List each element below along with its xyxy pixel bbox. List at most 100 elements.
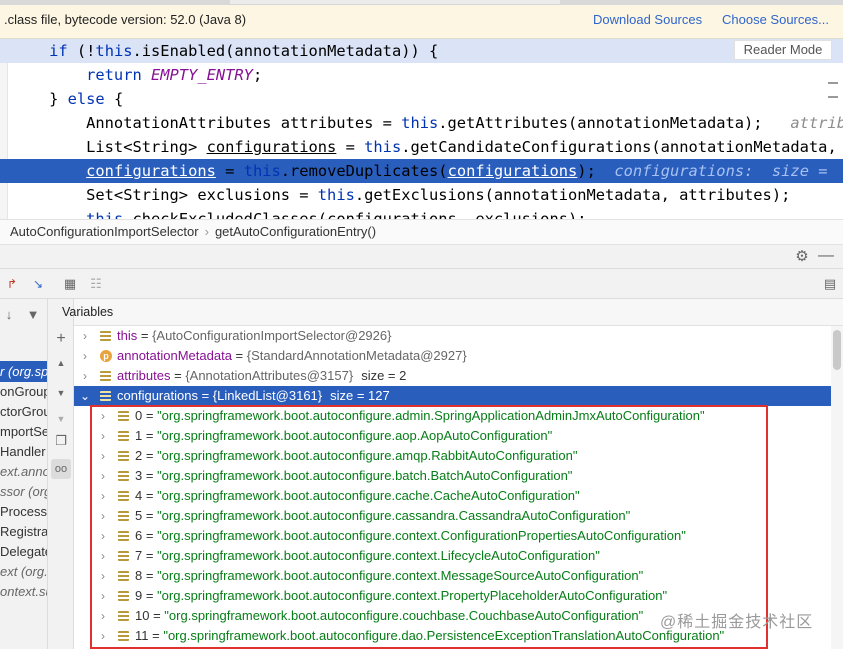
code-line[interactable]: } else { [0, 87, 843, 111]
list-element-row[interactable]: › 0 = "org.springframework.boot.autoconfi… [74, 406, 831, 426]
variable-value: "org.springframework.boot.autoconfigure.… [157, 588, 668, 603]
frame-item[interactable]: Registrat [0, 521, 47, 542]
chevron-right-icon[interactable]: › [80, 366, 90, 386]
down-icon[interactable]: ▼ [53, 385, 69, 401]
list-element-row[interactable]: › 1 = "org.springframework.boot.autoconfi… [74, 426, 831, 446]
field-icon [118, 491, 129, 501]
chevron-right-icon[interactable]: › [80, 326, 90, 346]
frame-item[interactable]: ext (org.s [0, 561, 47, 582]
gear-icon[interactable]: ⚙ [794, 249, 810, 265]
code-line[interactable]: return EMPTY_ENTRY; [0, 63, 843, 87]
scroll-marker-icon [828, 88, 838, 98]
add-icon[interactable]: + [53, 331, 69, 347]
chevron-right-icon[interactable]: › [98, 546, 108, 566]
parameter-icon: p [100, 350, 112, 362]
minimize-icon[interactable]: — [818, 248, 834, 264]
equals-sign: = [149, 608, 165, 623]
equals-sign: = [142, 428, 158, 443]
up-icon[interactable]: ▲ [53, 355, 69, 371]
chevron-right-icon[interactable]: › [98, 626, 108, 646]
code-line[interactable]: AnnotationAttributes attributes = this.g… [0, 111, 843, 135]
chevron-right-icon[interactable]: › [98, 586, 108, 606]
list-element-row[interactable]: › 7 = "org.springframework.boot.autoconfi… [74, 546, 831, 566]
download-sources-link[interactable]: Download Sources [593, 12, 702, 27]
chevron-right-icon[interactable]: › [98, 566, 108, 586]
reader-mode-button[interactable]: Reader Mode [734, 40, 832, 60]
code-line[interactable]: this.checkExcludedClasses(configurations… [0, 207, 843, 219]
chevron-right-icon[interactable]: › [98, 406, 108, 426]
list-element-row[interactable]: › 3 = "org.springframework.boot.autoconfi… [74, 466, 831, 486]
chevron-right-icon[interactable]: › [80, 346, 90, 366]
frame-item[interactable]: Processo [0, 501, 47, 522]
list-element-row[interactable]: › 5 = "org.springframework.boot.autoconfi… [74, 506, 831, 526]
variable-name: configurations [117, 388, 198, 403]
copy-icon[interactable]: ❐ [53, 433, 69, 449]
frame-item[interactable]: ctorGroup [0, 401, 47, 422]
variable-value: "org.springframework.boot.autoconfigure.… [163, 628, 725, 643]
breadcrumb-class[interactable]: AutoConfigurationImportSelector [10, 224, 199, 239]
variable-text: 9 = "org.springframework.boot.autoconfig… [135, 586, 667, 606]
code-token: this [364, 138, 402, 156]
frame-item[interactable]: ssor (org [0, 481, 47, 502]
table-icon[interactable]: ▦ [62, 276, 78, 292]
variable-row[interactable]: › attributes = {AnnotationAttributes@3157… [74, 366, 831, 386]
field-icon [118, 631, 129, 641]
code-line[interactable]: Set<String> exclusions = this.getExclusi… [0, 183, 843, 207]
variable-text: 8 = "org.springframework.boot.autoconfig… [135, 566, 643, 586]
list-element-row[interactable]: › 2 = "org.springframework.boot.autoconfi… [74, 446, 831, 466]
list-element-row[interactable]: › 8 = "org.springframework.boot.autoconfi… [74, 566, 831, 586]
code-line[interactable]: List<String> configurations = this.getCa… [0, 135, 843, 159]
force-step-icon[interactable]: ↱ [4, 276, 20, 292]
variable-row[interactable]: › p annotationMetadata = {StandardAnnotati… [74, 346, 831, 366]
debug-panel-header: ⚙ — [0, 245, 843, 269]
code-token: configurations: size = [614, 162, 837, 180]
list-element-row[interactable]: › 6 = "org.springframework.boot.autoconfi… [74, 526, 831, 546]
variable-text: 6 = "org.springframework.boot.autoconfig… [135, 526, 686, 546]
chevron-right-icon[interactable]: › [98, 506, 108, 526]
variable-value: "org.springframework.boot.autoconfigure.… [157, 428, 553, 443]
variable-row[interactable]: › this = {AutoConfigurationImportSelector… [74, 326, 831, 346]
equals-sign: = [170, 368, 186, 383]
variables-scrollbar[interactable] [831, 326, 843, 649]
breadcrumb-method[interactable]: getAutoConfigurationEntry() [215, 224, 376, 239]
variable-row[interactable]: ⌄ configurations = {LinkedList@3161} size … [74, 386, 831, 406]
list-element-row[interactable]: › 9 = "org.springframework.boot.autoconfi… [74, 586, 831, 606]
code-token: this [317, 186, 355, 204]
choose-sources-link[interactable]: Choose Sources... [722, 12, 829, 27]
chevron-right-icon[interactable]: › [98, 486, 108, 506]
down-arrow-icon[interactable]: ↓ [2, 307, 16, 323]
frame-item[interactable]: ontext.su [0, 581, 47, 602]
frame-item[interactable]: r (org.sp [0, 361, 47, 382]
code-editor[interactable]: if (!this.isEnabled(annotationMetadata))… [0, 39, 843, 219]
variables-scroll-thumb[interactable] [833, 330, 841, 370]
equals-sign: = [231, 348, 247, 363]
variable-name: attributes [117, 368, 171, 383]
frame-item[interactable]: Delegate [0, 541, 47, 562]
frame-item[interactable]: Handler [0, 441, 47, 462]
code-token: .isEnabled(annotationMetadata)) { [132, 42, 439, 60]
filter-icon[interactable]: ▼ [26, 307, 40, 323]
variables-toolbar: + ▲ ▼ ▼ ❐ oo [48, 299, 74, 649]
variable-text: this = {AutoConfigurationImportSelector@… [117, 326, 391, 346]
chevron-right-icon[interactable]: › [98, 466, 108, 486]
code-line[interactable]: if (!this.isEnabled(annotationMetadata))… [0, 39, 843, 63]
field-icon [118, 611, 129, 621]
settings-icon[interactable]: ▤ [822, 276, 838, 292]
chevron-down-icon[interactable]: ⌄ [80, 386, 90, 406]
chevron-right-icon[interactable]: › [98, 426, 108, 446]
editor-tab[interactable] [560, 0, 843, 5]
variables-tree[interactable]: › this = {AutoConfigurationImportSelector… [74, 326, 831, 649]
editor-tab[interactable] [0, 0, 230, 5]
down-icon[interactable]: ▼ [53, 411, 69, 427]
code-line[interactable]: configurations = this.removeDuplicates(c… [0, 159, 843, 183]
run-to-cursor-icon[interactable]: ↘ [30, 276, 46, 292]
glasses-icon[interactable]: oo [51, 459, 71, 479]
layout-icon[interactable]: ☷ [88, 276, 104, 292]
chevron-right-icon[interactable]: › [98, 446, 108, 466]
list-element-row[interactable]: › 4 = "org.springframework.boot.autoconfi… [74, 486, 831, 506]
frame-item[interactable]: ext.anno [0, 461, 47, 482]
chevron-right-icon[interactable]: › [98, 526, 108, 546]
chevron-right-icon[interactable]: › [98, 606, 108, 626]
frame-item[interactable]: mportSel [0, 421, 47, 442]
frame-item[interactable]: onGroup [0, 381, 47, 402]
